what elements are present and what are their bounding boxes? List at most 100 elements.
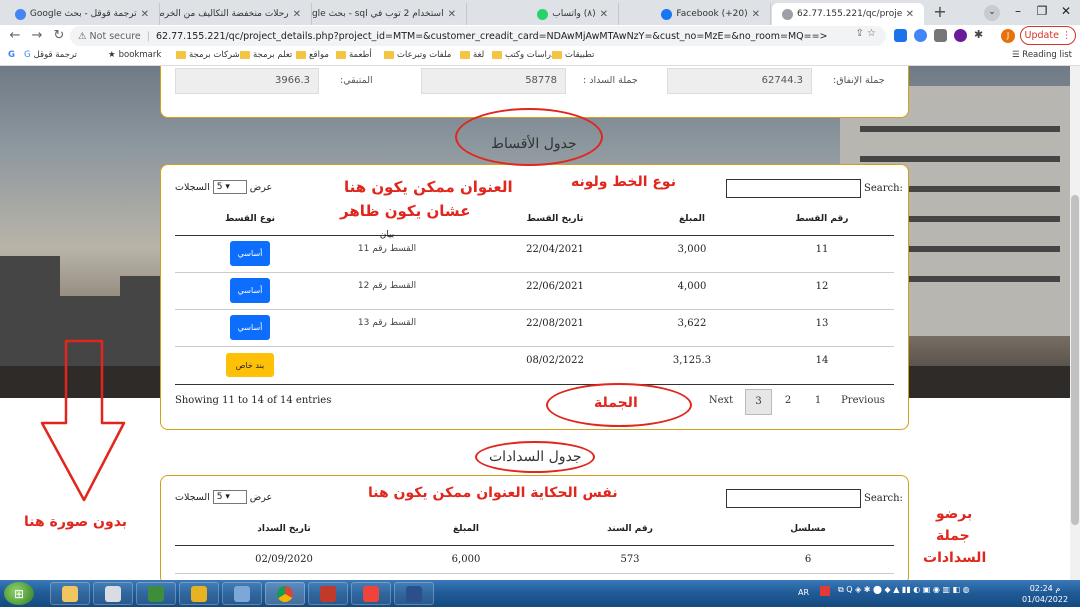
close-icon[interactable]: ✕: [448, 9, 456, 20]
window-close-icon[interactable]: ✕: [1054, 2, 1078, 22]
extension-icon[interactable]: [914, 29, 927, 42]
tab-search-icon[interactable]: ⌄: [984, 5, 1000, 21]
annotation-text: جملة: [936, 528, 970, 544]
tab-title: رحلات منخفضة التكاليف من الخرطوم: [160, 9, 289, 19]
close-icon[interactable]: ✕: [600, 9, 608, 20]
payments-search-input[interactable]: [726, 489, 861, 508]
scrollbar-thumb[interactable]: [1071, 195, 1079, 525]
page-length-select[interactable]: 5 ▾: [212, 490, 247, 504]
table-cell: 22/08/2021: [526, 318, 584, 329]
folder-icon: [552, 51, 562, 59]
extension-icon[interactable]: [954, 29, 967, 42]
reload-icon[interactable]: ↻: [50, 27, 68, 45]
taskbar-calculator[interactable]: [93, 582, 133, 605]
apps-icon[interactable]: G: [8, 50, 15, 60]
column-header[interactable]: المبلغ: [426, 524, 506, 534]
column-header[interactable]: تاريخ السداد: [244, 524, 324, 534]
row-divider: [175, 309, 894, 310]
maximize-icon[interactable]: ❐: [1030, 2, 1054, 22]
bookmark-folder[interactable]: دراسات وكتب: [492, 50, 555, 60]
page-button[interactable]: 1: [806, 389, 830, 415]
close-icon[interactable]: ✕: [752, 9, 760, 20]
annotation-text: العنوان ممكن يكون هنا: [344, 178, 513, 196]
new-tab-button[interactable]: +: [929, 3, 951, 23]
back-icon[interactable]: ←: [6, 27, 24, 45]
current-page-button[interactable]: 3: [745, 389, 772, 415]
tab-project-details[interactable]: 62.77.155.221/qc/project_deta... ✕: [772, 3, 924, 25]
reading-list-button[interactable]: ☰ Reading list: [1012, 50, 1072, 60]
tab-google-translate[interactable]: ✕ ترجمة قوقل - بحث Google: [0, 3, 160, 25]
tab-flights[interactable]: ✕ رحلات منخفضة التكاليف من الخرطوم: [160, 3, 312, 25]
app-icon: [191, 585, 207, 602]
annotation-text: نوع الخط ولونه: [571, 174, 676, 190]
taskbar-books[interactable]: [136, 582, 176, 605]
taskbar-network[interactable]: [222, 582, 262, 605]
column-header[interactable]: رقم السند: [590, 524, 670, 534]
installment-type-button[interactable]: أساسي: [230, 241, 270, 266]
profile-avatar[interactable]: J: [1001, 29, 1015, 43]
installments-length-control: عرض 5 ▾ السجلات: [175, 180, 273, 194]
tab-facebook[interactable]: ✕ (20+) Facebook: [619, 3, 771, 25]
start-button[interactable]: ⊞: [4, 582, 34, 605]
table-cell: 08/02/2022: [526, 355, 584, 366]
column-header[interactable]: تاريخ القسط: [515, 214, 595, 224]
page-button[interactable]: 2: [776, 389, 800, 415]
bookmark-folder[interactable]: شركات برمجة: [176, 50, 240, 60]
table-cell: 22/06/2021: [526, 281, 584, 292]
bookmark-item[interactable]: ★ bookmark: [108, 50, 161, 60]
extension-icon[interactable]: [894, 29, 907, 42]
close-icon[interactable]: ✕: [906, 9, 914, 20]
table-cell: القسط رقم 12: [357, 281, 417, 291]
tab-whatsapp[interactable]: ✕ (٨) واتساب: [467, 3, 619, 25]
bookmark-star-icon[interactable]: ⇪ ☆: [855, 28, 876, 39]
annotation-text: بدون صورة هنا: [24, 514, 128, 530]
taskbar-anydesk[interactable]: [351, 582, 391, 605]
table-cell: 11: [815, 244, 829, 255]
header-divider: [175, 545, 894, 546]
taskbar-app[interactable]: [179, 582, 219, 605]
folder-icon: [336, 51, 346, 59]
installments-search-input[interactable]: [726, 179, 861, 198]
taskbar-app[interactable]: [308, 582, 348, 605]
puzzle-icon[interactable]: ✱: [974, 29, 987, 42]
url-text[interactable]: 62.77.155.221/qc/project_details.php?pro…: [156, 31, 828, 42]
tab-sql-search[interactable]: ✕ استخدام 2 توب في sql - بحث Google: [312, 3, 467, 25]
page-length-select[interactable]: 5 ▾: [212, 180, 247, 194]
system-clock[interactable]: 02:24 م 01/04/2022: [1020, 583, 1070, 605]
column-header[interactable]: مسلسل: [768, 524, 848, 534]
column-header[interactable]: رقم القسط: [782, 214, 862, 224]
column-header[interactable]: نوع القسط: [210, 214, 290, 224]
installment-type-button[interactable]: أساسي: [230, 315, 270, 340]
table-cell: 4,000: [677, 281, 707, 292]
bookmark-item[interactable]: G ترجمة قوقل: [24, 50, 77, 60]
bookmark-folder[interactable]: تطبيقات: [552, 50, 594, 60]
table-cell: 22/04/2021: [526, 244, 584, 255]
column-header[interactable]: المبلغ: [652, 214, 732, 224]
row-divider: [175, 573, 894, 574]
taskbar-app[interactable]: [394, 582, 434, 605]
special-item-button[interactable]: بند خاص: [226, 353, 274, 377]
previous-page-button[interactable]: Previous: [838, 395, 888, 406]
extension-icon[interactable]: [934, 29, 947, 42]
bookmark-folder[interactable]: ملفات وتبرعات: [384, 50, 451, 60]
bookmark-folder[interactable]: أطعمة: [336, 50, 372, 60]
close-icon[interactable]: ✕: [141, 9, 149, 20]
language-indicator[interactable]: AR: [798, 588, 809, 597]
header-divider: [175, 235, 894, 236]
minimize-icon[interactable]: –: [1006, 2, 1030, 22]
bookmark-folder[interactable]: تعلم برمجة: [240, 50, 292, 60]
address-bar[interactable]: ⚠ Not secure | 62.77.155.221/qc/project_…: [70, 26, 886, 46]
bookmark-folder[interactable]: لغة: [460, 50, 484, 60]
forward-icon[interactable]: →: [28, 27, 46, 45]
tray-icons[interactable]: ⧉ Q ◈ ✱ ⬤ ◆ ▲ ▮▮ ◐ ▣ ◉ ▥ ◧ ◍: [838, 585, 970, 595]
close-icon[interactable]: ✕: [293, 9, 301, 20]
taskbar-chrome[interactable]: [265, 582, 305, 605]
tray-icon[interactable]: [820, 586, 830, 596]
installment-type-button[interactable]: أساسي: [230, 278, 270, 303]
not-secure-label[interactable]: Not secure: [90, 31, 141, 42]
bookmark-folder[interactable]: مواقع: [296, 50, 329, 60]
next-page-button[interactable]: Next: [704, 395, 738, 406]
taskbar-explorer[interactable]: [50, 582, 90, 605]
update-button[interactable]: Update ⋮: [1020, 26, 1076, 45]
annotation-text: نفس الحكاية العنوان ممكن يكون هنا: [368, 485, 618, 501]
